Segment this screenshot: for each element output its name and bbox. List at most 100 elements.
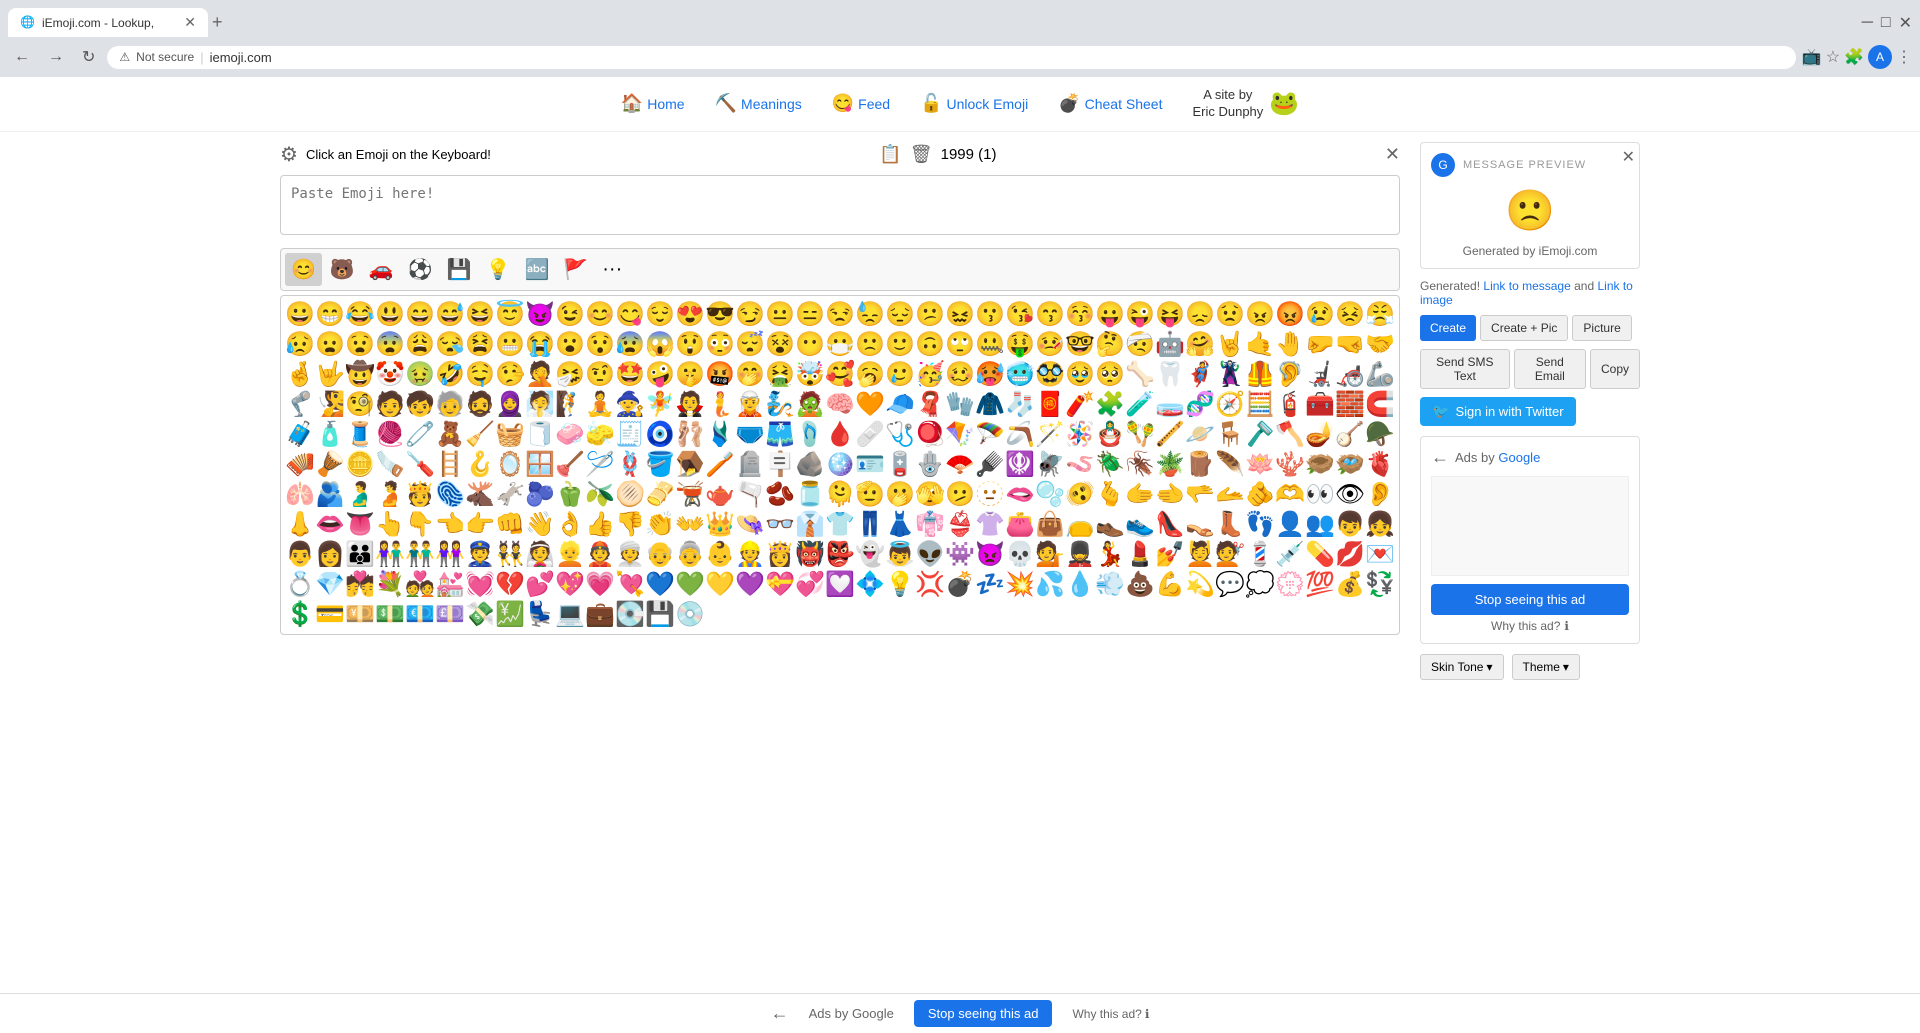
- emoji-cell[interactable]: 👄: [315, 510, 345, 540]
- emoji-cell[interactable]: 🪚: [375, 450, 405, 480]
- emoji-cell[interactable]: 💨: [1095, 570, 1125, 600]
- emoji-cell[interactable]: 🪵: [1185, 450, 1215, 480]
- emoji-cell[interactable]: 😒: [825, 300, 855, 330]
- emoji-cell[interactable]: 🧭: [1215, 390, 1245, 420]
- emoji-cell[interactable]: 😛: [1095, 300, 1125, 330]
- emoji-cell[interactable]: 🫕: [675, 480, 705, 510]
- emoji-cell[interactable]: 😃: [375, 300, 405, 330]
- emoji-cell[interactable]: 💞: [795, 570, 825, 600]
- emoji-cell[interactable]: 🫃: [345, 480, 375, 510]
- emoji-cell[interactable]: 🥸: [1035, 360, 1065, 390]
- emoji-cell[interactable]: 🧿: [645, 420, 675, 450]
- emoji-cell[interactable]: 🦻: [1275, 360, 1305, 390]
- emoji-cell[interactable]: 😭: [525, 330, 555, 360]
- emoji-cell[interactable]: 🧡: [855, 390, 885, 420]
- emoji-cell[interactable]: 👺: [825, 540, 855, 570]
- emoji-cell[interactable]: 🥵: [975, 360, 1005, 390]
- emoji-cell[interactable]: 👨: [285, 540, 315, 570]
- emoji-cell[interactable]: 🪺: [1335, 450, 1365, 480]
- emoji-cell[interactable]: 🪰: [1035, 450, 1065, 480]
- emoji-cell[interactable]: 🤖: [1155, 330, 1185, 360]
- emoji-cell[interactable]: 💃: [1095, 540, 1125, 570]
- emoji-cell[interactable]: 😔: [885, 300, 915, 330]
- emoji-cell[interactable]: 🪬: [915, 450, 945, 480]
- emoji-cell[interactable]: 🧐: [345, 390, 375, 420]
- emoji-cell[interactable]: 💪: [1155, 570, 1185, 600]
- emoji-cell[interactable]: 💟: [825, 570, 855, 600]
- copy-button[interactable]: Copy: [1590, 349, 1640, 389]
- emoji-cell[interactable]: 🤭: [735, 360, 765, 390]
- emoji-cell[interactable]: 👎: [615, 510, 645, 540]
- emoji-cell[interactable]: 😕: [915, 300, 945, 330]
- chrome-avatar[interactable]: A: [1868, 45, 1892, 69]
- emoji-cell[interactable]: 👦: [1335, 510, 1365, 540]
- emoji-cell[interactable]: 🤩: [615, 360, 645, 390]
- emoji-cell[interactable]: 😝: [1155, 300, 1185, 330]
- emoji-cell[interactable]: 🩳: [765, 420, 795, 450]
- emoji-cell[interactable]: 🧘: [585, 390, 615, 420]
- emoji-cell[interactable]: 🪨: [795, 450, 825, 480]
- emoji-cell[interactable]: 😎: [705, 300, 735, 330]
- emoji-cell[interactable]: 😯: [585, 330, 615, 360]
- cat-tab-flags[interactable]: 🚩: [557, 253, 594, 286]
- emoji-cell[interactable]: 💤: [975, 570, 1005, 600]
- emoji-cell[interactable]: 👥: [1305, 510, 1335, 540]
- emoji-cell[interactable]: 🧔: [465, 390, 495, 420]
- emoji-cell[interactable]: 💭: [1245, 570, 1275, 600]
- picture-button[interactable]: Picture: [1572, 315, 1631, 341]
- emoji-cell[interactable]: 🤬: [705, 360, 735, 390]
- emoji-cell[interactable]: 💎: [315, 570, 345, 600]
- emoji-cell[interactable]: 💱: [1365, 570, 1395, 600]
- emoji-cell[interactable]: 🙂: [885, 330, 915, 360]
- emoji-cell[interactable]: 💯: [1305, 570, 1335, 600]
- emoji-cell[interactable]: 🫰: [1095, 480, 1125, 510]
- emoji-cell[interactable]: 🫁: [285, 480, 315, 510]
- emoji-cell[interactable]: 🧟: [795, 390, 825, 420]
- emoji-cell[interactable]: 🫑: [555, 480, 585, 510]
- bottom-stop-ad-button[interactable]: Stop seeing this ad: [914, 1000, 1053, 1027]
- forward-button[interactable]: →: [42, 44, 70, 70]
- emoji-cell[interactable]: 🤝: [1365, 330, 1395, 360]
- emoji-cell[interactable]: 😋: [615, 300, 645, 330]
- emoji-cell[interactable]: 🫗: [735, 480, 765, 510]
- emoji-cell[interactable]: 🦽: [1335, 360, 1365, 390]
- emoji-cell[interactable]: 💜: [735, 570, 765, 600]
- emoji-cell[interactable]: 💵: [375, 600, 405, 630]
- emoji-cell[interactable]: 👬: [405, 540, 435, 570]
- emoji-cell[interactable]: 🧕: [495, 390, 525, 420]
- emoji-cell[interactable]: 🦾: [1365, 360, 1395, 390]
- emoji-cell[interactable]: 💖: [555, 570, 585, 600]
- emoji-cell[interactable]: 👸: [765, 540, 795, 570]
- emoji-cell[interactable]: 🦹: [1215, 360, 1245, 390]
- active-tab[interactable]: 🌐 iEmoji.com - Lookup, ✕: [8, 8, 208, 37]
- emoji-cell[interactable]: 😜: [1125, 300, 1155, 330]
- cat-tab-smileys[interactable]: 😊: [285, 253, 322, 286]
- emoji-cell[interactable]: 🪂: [975, 420, 1005, 450]
- emoji-cell[interactable]: 🧓: [435, 390, 465, 420]
- emoji-cell[interactable]: 🥶: [1005, 360, 1035, 390]
- emoji-cell[interactable]: 🦴: [1125, 360, 1155, 390]
- emoji-cell[interactable]: 😬: [495, 330, 525, 360]
- emoji-cell[interactable]: 💇: [1215, 540, 1245, 570]
- emoji-cell[interactable]: 👑: [705, 510, 735, 540]
- emoji-cell[interactable]: 💫: [1185, 570, 1215, 600]
- menu-icon[interactable]: ⋮: [1896, 47, 1912, 67]
- emoji-cell[interactable]: 🫥: [975, 480, 1005, 510]
- emoji-cell[interactable]: 🤒: [1035, 330, 1065, 360]
- emoji-cell[interactable]: 🤘: [1215, 330, 1245, 360]
- emoji-cell[interactable]: 🦸: [1185, 360, 1215, 390]
- emoji-cell[interactable]: 🧏: [315, 390, 345, 420]
- emoji-cell[interactable]: 😆: [465, 300, 495, 330]
- emoji-cell[interactable]: 😣: [1335, 300, 1365, 330]
- back-button[interactable]: ←: [8, 44, 36, 70]
- send-email-button[interactable]: Send Email: [1514, 349, 1586, 389]
- emoji-cell[interactable]: 🫎: [465, 480, 495, 510]
- emoji-cell[interactable]: 🫏: [495, 480, 525, 510]
- emoji-cell[interactable]: 🫖: [705, 480, 735, 510]
- emoji-cell[interactable]: 🪤: [675, 450, 705, 480]
- emoji-cell[interactable]: 🧛: [675, 390, 705, 420]
- emoji-cell[interactable]: 🧳: [285, 420, 315, 450]
- emoji-cell[interactable]: 🪷: [1245, 450, 1275, 480]
- emoji-cell[interactable]: 👒: [735, 510, 765, 540]
- emoji-cell[interactable]: 🤞: [285, 360, 315, 390]
